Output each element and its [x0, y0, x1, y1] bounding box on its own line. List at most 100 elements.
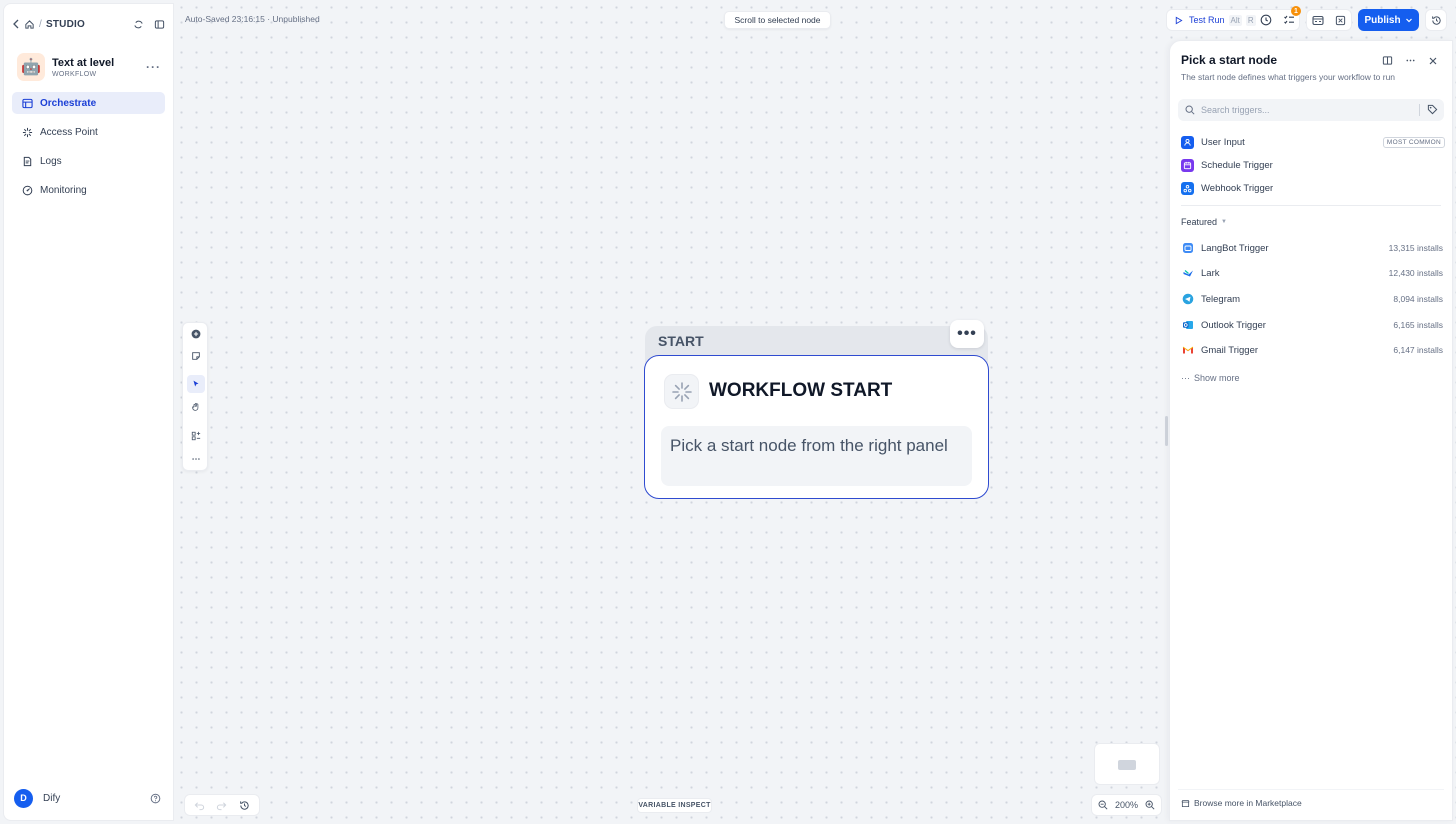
featured-section-toggle[interactable]: Featured ▼: [1181, 217, 1227, 227]
minimap[interactable]: [1094, 743, 1160, 785]
add-node-button[interactable]: [187, 325, 205, 343]
help-icon[interactable]: [150, 793, 161, 804]
env-variables-icon[interactable]: [1312, 15, 1324, 26]
checklist-clock-icon[interactable]: [1260, 14, 1272, 26]
lark-icon: [1181, 267, 1194, 280]
node-more-button[interactable]: •••: [950, 320, 984, 348]
zoom-out-icon[interactable]: [1098, 800, 1108, 810]
autosave-status: Auto-Saved 23:16:15 · Unpublished: [185, 14, 320, 24]
panel-more-icon[interactable]: [1405, 55, 1416, 66]
logs-icon: [22, 156, 33, 167]
history-icon: [1431, 15, 1442, 26]
sidebar-top-bar: / STUDIO: [12, 14, 165, 34]
marketplace-icon: [1181, 799, 1190, 808]
node-title: WORKFLOW START: [709, 380, 893, 401]
publish-label: Publish: [1364, 14, 1401, 26]
featured-item-lark[interactable]: Lark 12,430 installs: [1181, 265, 1443, 281]
chevron-down-icon: [1405, 16, 1413, 24]
sidebar-item-access-point[interactable]: Access Point: [12, 121, 165, 143]
search-input[interactable]: [1201, 105, 1421, 115]
search-divider: [1419, 104, 1420, 116]
breadcrumb-studio[interactable]: STUDIO: [46, 19, 85, 30]
breadcrumb: / STUDIO: [12, 19, 85, 30]
redo-icon[interactable]: [216, 800, 227, 811]
workspace-name[interactable]: Dify: [43, 793, 60, 804]
more-tools-button[interactable]: [187, 450, 205, 468]
close-icon[interactable]: [1428, 56, 1438, 66]
hand-mode-button[interactable]: [187, 398, 205, 416]
add-note-button[interactable]: [187, 347, 205, 365]
zoom-control: 200%: [1091, 794, 1162, 816]
scroll-to-selected-button[interactable]: Scroll to selected node: [724, 11, 831, 29]
featured-label: Lark: [1201, 267, 1220, 279]
featured-item-telegram[interactable]: Telegram 8,094 installs: [1181, 291, 1443, 307]
panel-title: Pick a start node: [1181, 53, 1278, 67]
start-node-label: START: [658, 333, 704, 349]
organize-button[interactable]: [187, 427, 205, 445]
sidebar-item-label: Access Point: [40, 126, 98, 138]
ellipsis-icon: ···: [1181, 373, 1190, 383]
access-point-icon: [22, 127, 33, 138]
app-card[interactable]: 🤖 Text at level WORKFLOW ···: [17, 50, 161, 84]
monitoring-icon: [22, 185, 33, 196]
install-count: 8,094 installs: [1393, 294, 1443, 304]
undo-icon[interactable]: [194, 800, 205, 811]
split-view-icon[interactable]: [1382, 55, 1393, 66]
shortcut-key-alt: Alt: [1228, 14, 1242, 26]
loading-spinner-icon: [671, 381, 692, 402]
hand-icon: [192, 403, 199, 411]
tag-filter-icon[interactable]: [1427, 104, 1438, 115]
start-node-icon: [664, 374, 699, 409]
featured-item-langbot[interactable]: LangBot Trigger 13,315 installs: [1181, 240, 1443, 256]
home-icon[interactable]: [24, 19, 35, 30]
breadcrumb-separator: /: [39, 18, 42, 30]
orchestrate-icon: [22, 98, 33, 109]
sidebar-item-label: Monitoring: [40, 184, 87, 196]
trigger-schedule[interactable]: Schedule Trigger: [1181, 157, 1445, 173]
sidebar-collapse-icon[interactable]: [154, 19, 165, 30]
panel-resize-handle[interactable]: [1165, 416, 1168, 446]
zoom-level[interactable]: 200%: [1115, 800, 1138, 810]
trigger-label: User Input: [1201, 136, 1245, 148]
variable-inspect-button[interactable]: VARIABLE INSPECT: [637, 798, 712, 813]
run-history-button[interactable]: [1425, 9, 1447, 31]
node-hint: Pick a start node from the right panel: [661, 426, 972, 486]
show-more-label: Show more: [1194, 373, 1240, 383]
trigger-user-input[interactable]: User Input MOST COMMON: [1181, 134, 1445, 150]
publish-button[interactable]: Publish: [1358, 9, 1419, 31]
sidebar-nav: Orchestrate Access Point Logs Monitoring: [12, 92, 165, 208]
featured-item-gmail[interactable]: Gmail Trigger 6,147 installs: [1181, 342, 1443, 358]
undo-redo-bar: [184, 794, 260, 816]
browse-label: Browse more in Marketplace: [1194, 798, 1302, 808]
panel-divider: [1181, 205, 1441, 206]
most-common-badge: MOST COMMON: [1382, 136, 1445, 148]
version-history-icon[interactable]: [239, 800, 250, 811]
avatar[interactable]: D: [14, 788, 33, 808]
pointer-mode-button[interactable]: [187, 375, 205, 393]
play-icon: [1174, 16, 1183, 25]
test-run-button[interactable]: Test Run Alt R: [1166, 9, 1300, 31]
layout-icon: [191, 431, 201, 441]
workflow-start-node[interactable]: WORKFLOW START Pick a start node from th…: [644, 355, 989, 499]
trigger-webhook[interactable]: Webhook Trigger: [1181, 180, 1445, 196]
sidebar-item-logs[interactable]: Logs: [12, 150, 165, 172]
chevron-left-icon[interactable]: [12, 19, 20, 29]
variables-icon[interactable]: [1335, 15, 1346, 26]
search-icon: [1185, 105, 1195, 115]
checklist-icon[interactable]: [1283, 14, 1295, 26]
sidebar-item-orchestrate[interactable]: Orchestrate: [12, 92, 165, 114]
sidebar-item-monitoring[interactable]: Monitoring: [12, 179, 165, 201]
start-node-picker-panel: Pick a start node The start node defines…: [1169, 40, 1453, 821]
more-icon: [192, 458, 200, 460]
featured-label: Outlook Trigger: [1201, 319, 1266, 331]
zoom-in-icon[interactable]: [1145, 800, 1155, 810]
featured-item-outlook[interactable]: Outlook Trigger 6,165 installs: [1181, 317, 1443, 333]
app-avatar-icon: 🤖: [17, 53, 45, 81]
sync-icon[interactable]: [133, 19, 144, 30]
feature-buttons: [1306, 9, 1352, 31]
app-more-button[interactable]: ···: [146, 60, 161, 74]
show-more-link[interactable]: ··· Show more: [1181, 373, 1240, 383]
langbot-icon: [1181, 242, 1194, 255]
featured-label: Gmail Trigger: [1201, 344, 1259, 356]
browse-marketplace-link[interactable]: Browse more in Marketplace: [1181, 798, 1302, 808]
